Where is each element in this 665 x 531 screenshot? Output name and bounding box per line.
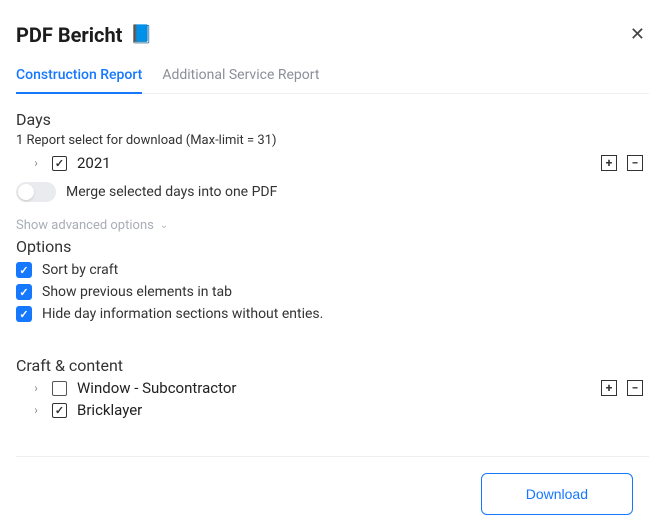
days-section: Days 1 Report select for download (Max-l… bbox=[16, 110, 649, 328]
tab-additional-service-report[interactable]: Additional Service Report bbox=[162, 67, 319, 93]
craft-row-window: › Window - Subcontractor + − bbox=[16, 379, 649, 397]
hide-empty-checkbox[interactable] bbox=[16, 306, 32, 322]
merge-label: Merge selected days into one PDF bbox=[66, 184, 277, 200]
show-previous-checkbox[interactable] bbox=[16, 284, 32, 300]
days-title: Days bbox=[16, 110, 649, 129]
chevron-right-icon[interactable]: › bbox=[30, 156, 42, 170]
sort-by-craft-checkbox[interactable] bbox=[16, 262, 32, 278]
chevron-right-icon[interactable]: › bbox=[30, 403, 42, 417]
book-icon: 📘 bbox=[130, 24, 152, 45]
craft-section: Craft & content › Window - Subcontractor… bbox=[16, 356, 649, 419]
merge-toggle-row: Merge selected days into one PDF bbox=[16, 182, 649, 202]
option-label: Hide day information sections without en… bbox=[42, 306, 323, 322]
collapse-all-icon[interactable]: − bbox=[627, 155, 643, 171]
days-expand-controls: + − bbox=[601, 155, 643, 171]
year-label: 2021 bbox=[77, 154, 111, 172]
merge-toggle[interactable] bbox=[16, 182, 56, 202]
craft-tree-item: › Window - Subcontractor bbox=[16, 379, 237, 397]
advanced-label: Show advanced options bbox=[16, 218, 154, 233]
option-sort-by-craft: Sort by craft bbox=[16, 262, 649, 278]
craft-checkbox-window[interactable] bbox=[52, 381, 67, 396]
craft-row-bricklayer: › Bricklayer bbox=[16, 397, 649, 419]
year-checkbox[interactable] bbox=[52, 156, 67, 171]
craft-label: Window - Subcontractor bbox=[77, 379, 237, 397]
title-text: PDF Bericht bbox=[16, 23, 122, 47]
tab-construction-report[interactable]: Construction Report bbox=[16, 67, 142, 93]
craft-expand-controls: + − bbox=[601, 380, 643, 396]
option-label: Sort by craft bbox=[42, 262, 118, 278]
download-button[interactable]: Download bbox=[481, 473, 633, 515]
collapse-all-icon[interactable]: − bbox=[627, 380, 643, 396]
year-row: › 2021 + − bbox=[16, 154, 649, 172]
chevron-right-icon[interactable]: › bbox=[30, 381, 42, 395]
modal-header: PDF Bericht 📘 ✕ bbox=[16, 20, 649, 49]
craft-title: Craft & content bbox=[16, 356, 649, 375]
option-hide-empty-sections: Hide day information sections without en… bbox=[16, 306, 649, 322]
year-tree-item: › 2021 bbox=[16, 154, 111, 172]
option-label: Show previous elements in tab bbox=[42, 284, 232, 300]
modal-footer: Download bbox=[16, 456, 649, 531]
expand-all-icon[interactable]: + bbox=[601, 380, 617, 396]
craft-label: Bricklayer bbox=[77, 401, 142, 419]
modal-title: PDF Bericht 📘 bbox=[16, 23, 153, 47]
option-show-previous: Show previous elements in tab bbox=[16, 284, 649, 300]
expand-all-icon[interactable]: + bbox=[601, 155, 617, 171]
chevron-down-icon: ⌄ bbox=[160, 220, 168, 231]
days-subtext: 1 Report select for download (Max-limit … bbox=[16, 133, 649, 148]
craft-checkbox-bricklayer[interactable] bbox=[52, 403, 67, 418]
tabs: Construction Report Additional Service R… bbox=[16, 67, 649, 94]
options-title: Options bbox=[16, 237, 649, 256]
pdf-report-modal: PDF Bericht 📘 ✕ Construction Report Addi… bbox=[0, 0, 665, 531]
advanced-options-toggle[interactable]: Show advanced options ⌄ bbox=[16, 218, 649, 233]
close-icon[interactable]: ✕ bbox=[626, 20, 649, 49]
